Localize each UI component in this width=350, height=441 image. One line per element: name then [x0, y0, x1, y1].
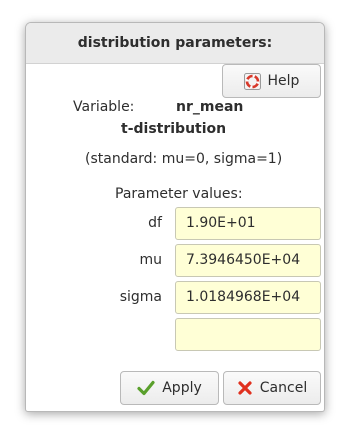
param-field-df[interactable]: 1.90E+01	[175, 207, 321, 240]
param-field-sigma[interactable]: 1.0184968E+04	[175, 281, 321, 314]
distribution-parameters-dialog: distribution parameters: Help Variable: …	[25, 22, 325, 412]
param-label-sigma: sigma	[119, 289, 162, 305]
x-mark-icon	[237, 380, 253, 396]
help-button[interactable]: Help	[222, 64, 321, 98]
variable-label: Variable:	[73, 99, 135, 115]
parameter-values-heading: Parameter values:	[115, 186, 243, 202]
checkmark-icon	[137, 380, 155, 396]
help-button-label: Help	[267, 73, 300, 89]
distribution-name: t-distribution	[121, 121, 227, 137]
cancel-button[interactable]: Cancel	[223, 371, 321, 405]
param-field-extra[interactable]	[175, 318, 321, 351]
param-label-mu: mu	[139, 252, 162, 268]
apply-button[interactable]: Apply	[120, 371, 219, 405]
param-label-df: df	[148, 215, 162, 231]
standard-note: (standard: mu=0, sigma=1)	[85, 151, 283, 167]
cancel-button-label: Cancel	[259, 380, 308, 396]
variable-name: nr_mean	[176, 99, 244, 115]
param-field-mu[interactable]: 7.3946450E+04	[175, 244, 321, 277]
dialog-title: distribution parameters:	[26, 23, 324, 64]
apply-button-label: Apply	[162, 380, 202, 396]
lifebuoy-icon	[243, 72, 261, 90]
